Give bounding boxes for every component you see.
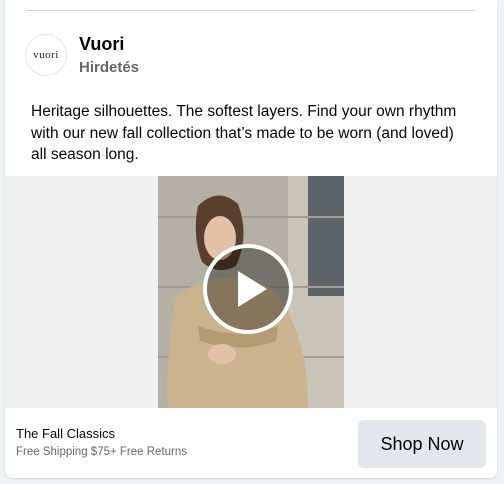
play-button[interactable] — [203, 244, 293, 334]
post-header: vuori Vuori Hirdetés — [25, 33, 139, 79]
sponsored-label[interactable]: Hirdetés — [79, 58, 139, 78]
divider — [26, 10, 475, 11]
shop-now-button[interactable]: Shop Now — [358, 420, 486, 468]
play-icon — [238, 271, 267, 307]
page-name[interactable]: Vuori — [79, 33, 139, 55]
avatar-logo-text: vuori — [33, 49, 59, 61]
ad-headline[interactable]: The Fall Classics — [16, 426, 115, 441]
video-media[interactable] — [5, 176, 497, 408]
avatar[interactable]: vuori — [25, 34, 67, 76]
ad-footer: The Fall Classics Free Shipping $75+ Fre… — [5, 408, 497, 478]
post-caption: Heritage silhouettes. The softest layers… — [31, 103, 457, 163]
ad-description: Free Shipping $75+ Free Returns — [16, 446, 188, 458]
header-text: Vuori Hirdetés — [79, 33, 139, 78]
ad-post-card: vuori Vuori Hirdetés Heritage silhouette… — [5, 0, 497, 478]
